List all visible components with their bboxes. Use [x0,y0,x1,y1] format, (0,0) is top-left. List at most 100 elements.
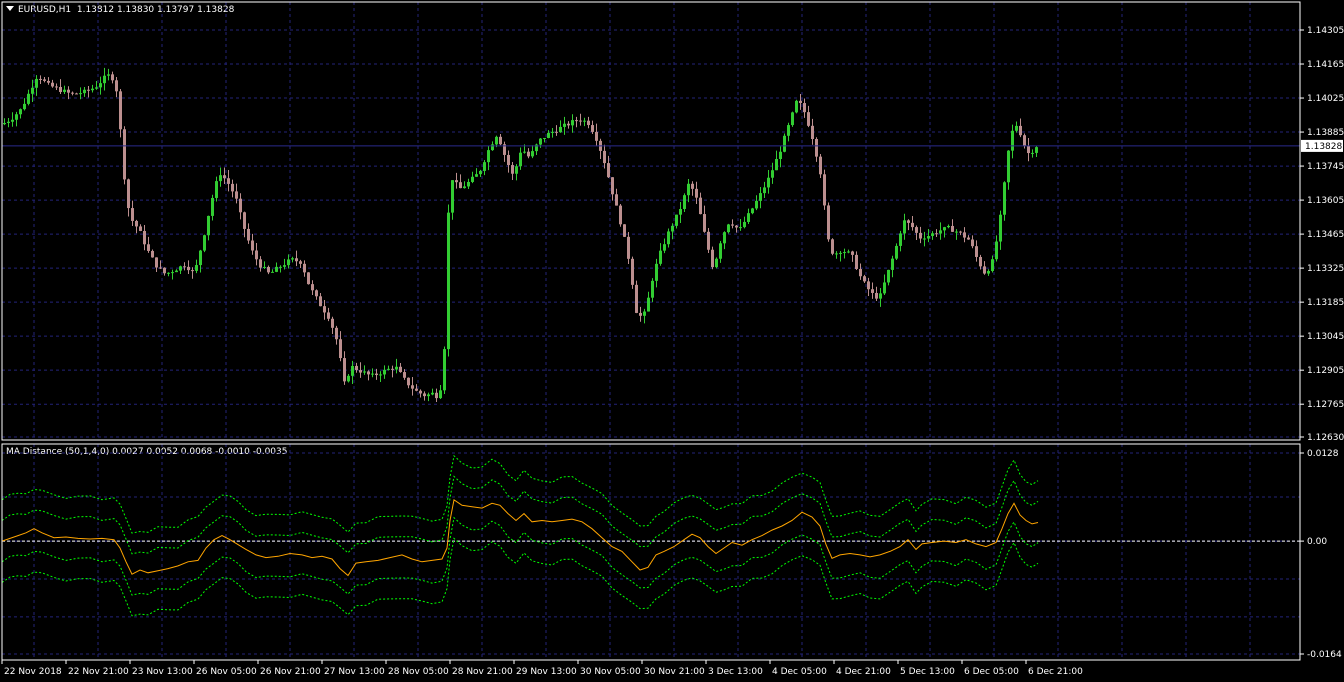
candle-body [75,93,78,95]
candle-body [1011,130,1014,151]
candle-body [987,271,990,274]
candle-body [63,89,66,92]
candle-body [655,263,658,281]
candle-body [623,224,626,237]
candle-body [759,193,762,201]
candle-body [347,375,350,382]
candle-body [819,156,822,175]
candle-body [707,231,710,250]
candle-body [243,212,246,229]
candle-body [327,312,330,319]
candle-body [795,100,798,113]
candle-body [751,208,754,214]
candle-body [183,266,186,268]
candle-body [375,373,378,376]
candle-body [131,208,134,221]
candle-body [199,250,202,266]
time-tick-label: 30 Nov 05:00 [580,667,641,677]
candle-body [735,225,738,228]
candle-body [251,240,254,251]
candle-body [639,312,642,316]
price-tick-label: 1.13465 [1307,230,1344,240]
candle-body [379,374,382,376]
candle-body [539,138,542,145]
candle-body [167,272,170,274]
candle-body [267,266,270,273]
candle-body [787,125,790,136]
candle-body [39,78,42,80]
candle-body [387,368,390,370]
candle-body [715,258,718,268]
candle-body [487,150,490,163]
time-tick-label: 4 Dec 21:00 [836,667,891,677]
candle-body [367,371,370,375]
candle-body [755,200,758,209]
candle-body [579,120,582,122]
candle-body [211,197,214,216]
candle-body [691,183,694,189]
candle-body [671,225,674,232]
candle-body [263,266,266,268]
candle-body [203,235,206,251]
candle-body [299,261,302,264]
time-tick-label: 22 Nov 21:00 [68,667,129,677]
candle-body [31,87,34,94]
candle-body [635,284,638,313]
candle-body [859,269,862,277]
candle-body [799,100,802,104]
candle-body [171,272,174,274]
candle-body [891,258,894,270]
candle-body [19,109,22,115]
time-tick-label: 30 Nov 21:00 [644,667,705,677]
candle-body [507,154,510,166]
candle-body [527,151,530,157]
candle-body [455,180,458,183]
candle-body [943,227,946,231]
candle-body [119,91,122,130]
candle-body [27,93,30,104]
candle-body [879,293,882,299]
candle-body [1031,152,1034,154]
candle-body [651,280,654,298]
candle-body [863,276,866,282]
candle-body [723,232,726,244]
candle-body [687,183,690,196]
candle-body [747,213,750,222]
candle-body [419,390,422,394]
candle-body [955,231,958,233]
candle-body [827,205,830,240]
price-tick-label: 1.13605 [1307,196,1344,206]
candle-body [855,254,858,270]
candle-body [515,166,518,174]
candle-body [395,366,398,370]
price-tick-label: 1.12630 [1307,433,1344,443]
candle-body [83,89,86,94]
indicator-frame [1,443,1301,661]
candle-body [1007,150,1010,183]
candle-body [631,258,634,285]
candle-body [411,385,414,389]
chart-canvas[interactable]: 1.14305 1.14165 1.14025 1.13885 1.13745 1.136… [0,0,1344,682]
candle-body [71,92,74,94]
candle-body [711,249,714,268]
candle-body [139,226,142,231]
candle-body [627,236,630,259]
candle-body [403,372,406,378]
candle-body [811,125,814,139]
candle-body [195,265,198,271]
time-tick-label: 6 Dec 05:00 [964,667,1019,677]
candle-body [15,114,18,120]
candle-body [147,244,150,251]
candle-body [271,271,274,273]
candle-body [479,170,482,175]
candle-body [563,123,566,127]
candle-body [911,222,914,228]
grid [2,2,1300,660]
candle-body [207,215,210,236]
candle-body [815,138,818,157]
candle-body [447,212,450,350]
candle-body [471,176,474,182]
candle-body [739,227,742,229]
candle-body [339,339,342,359]
candle-body [355,365,358,371]
